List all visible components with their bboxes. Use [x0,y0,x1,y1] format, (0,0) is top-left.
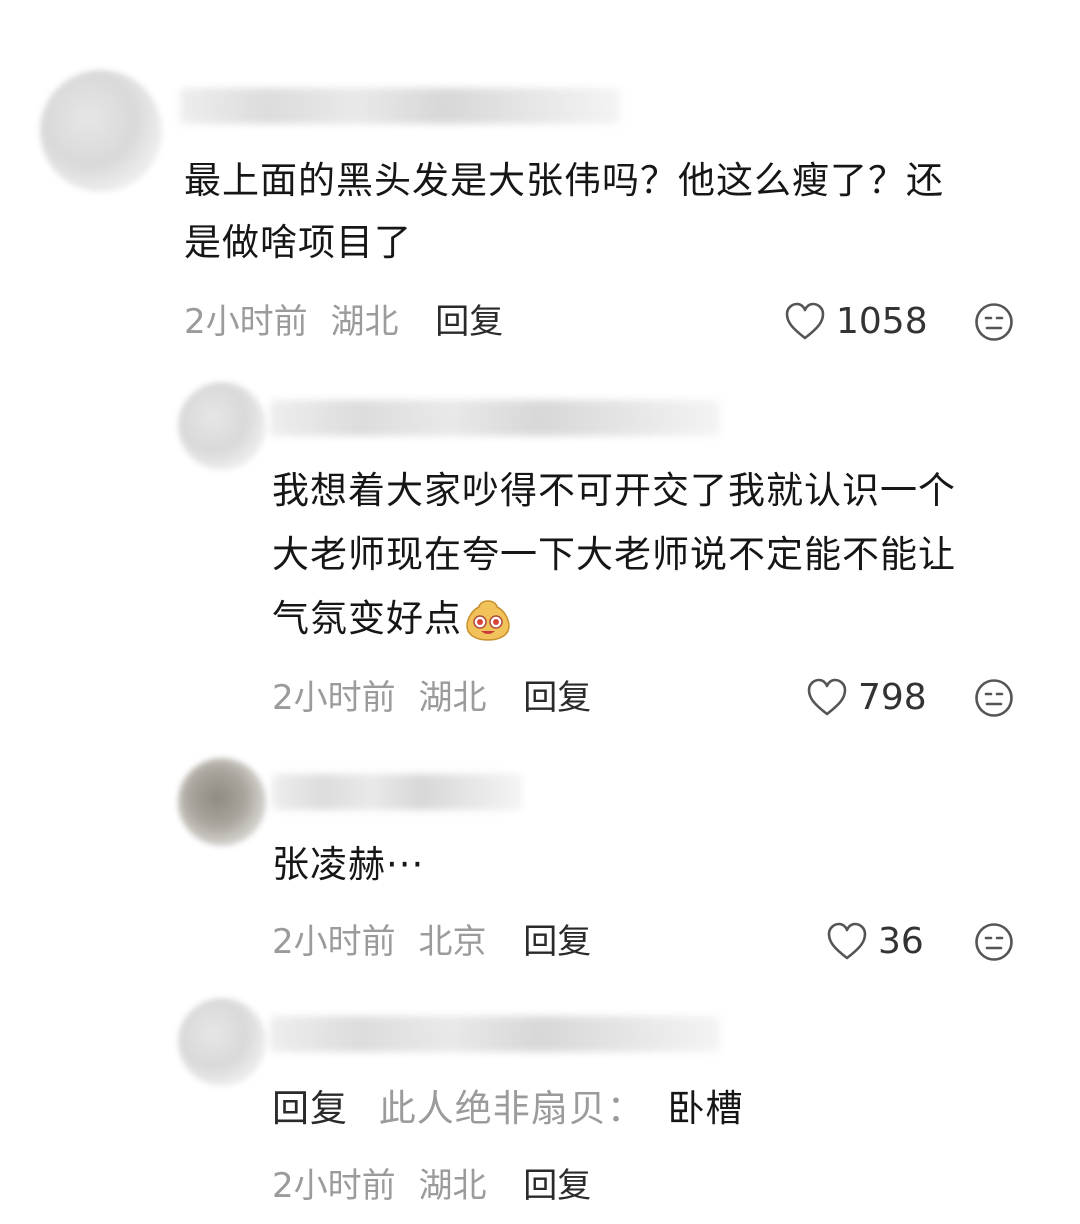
location: 北京 [418,922,487,962]
avatar[interactable] [178,382,266,470]
like-count: 1058 [836,301,928,342]
reply-button[interactable]: 回复 [523,922,591,962]
dislike-icon[interactable] [974,302,1014,342]
reply-text: 卧槽 [667,1087,744,1130]
timestamp: 2小时前 [272,678,396,718]
reply-to-user[interactable]: 此人绝非扇贝： [379,1087,645,1130]
comment-text-line: 是做啥项目了 [184,221,412,264]
comment-text-line: 最上面的黑头发是大张伟吗？他这么瘦了？还 [184,159,944,202]
dislike-icon[interactable] [974,922,1014,962]
username[interactable] [270,400,720,436]
comment-meta: 2小时前 湖北 回复 [272,678,591,718]
reply-button[interactable]: 回复 [435,302,503,342]
like-button[interactable]: 36 [826,922,924,962]
like-button[interactable]: 798 [806,678,927,718]
reply-button[interactable]: 回复 [523,678,591,718]
comment-meta: 2小时前 湖北 回复 [184,302,503,342]
timestamp: 2小时前 [272,1166,396,1206]
comment-text-line: 张凌赫··· [272,843,425,886]
timestamp: 2小时前 [184,302,308,342]
comment-meta: 2小时前 湖北 回复 [272,1166,591,1206]
dislike-icon[interactable] [974,678,1014,718]
like-count: 36 [878,921,924,962]
like-button[interactable]: 1058 [784,302,928,342]
username[interactable] [272,774,522,810]
username[interactable] [180,88,620,124]
comment-text-line: 回复 此人绝非扇贝： 卧槽 [272,1078,744,1140]
heart-icon [807,678,847,716]
timestamp: 2小时前 [272,922,396,962]
comment-text-line: 我想着大家吵得不可开交了我就认识一个 [272,469,956,512]
username[interactable] [270,1016,720,1052]
location: 湖北 [418,1166,487,1206]
like-count: 798 [858,677,927,718]
avatar[interactable] [40,70,162,192]
reply-button[interactable]: 回复 [523,1166,591,1206]
smiley-emoji-icon [466,600,510,641]
heart-icon [827,922,867,960]
comment-meta: 2小时前 北京 回复 [272,922,591,962]
location: 湖北 [418,678,487,718]
heart-icon [785,302,825,340]
comment-text-fragment: 气氛变好点 [272,597,462,640]
reply-lead: 回复 [272,1087,348,1130]
location: 湖北 [330,302,399,342]
comment-text-line: 气氛变好点 [272,588,512,650]
comment-text-line: 大老师现在夸一下大老师说不定能不能让 [272,533,956,576]
avatar[interactable] [178,998,266,1086]
avatar[interactable] [178,758,266,846]
